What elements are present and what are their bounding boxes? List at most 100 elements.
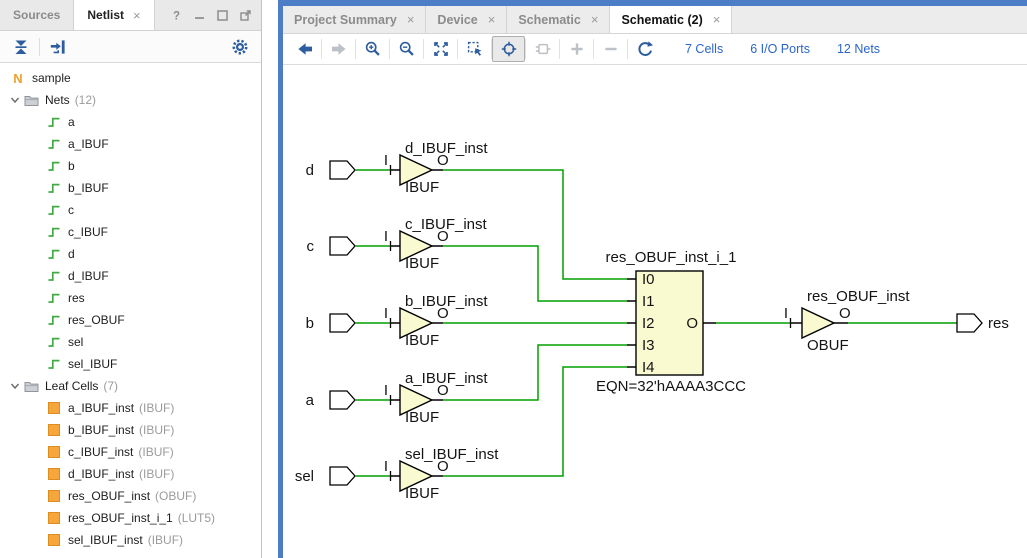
instance-name-label: c_IBUF_inst (405, 216, 488, 233)
stat-nets: 12 Nets (837, 42, 880, 56)
tree-item-label: b (68, 159, 75, 173)
tab-sources[interactable]: Sources (0, 0, 73, 30)
remove-from-schematic-button[interactable] (594, 36, 627, 62)
tree-item-a[interactable]: a (0, 111, 261, 133)
chevron-down-icon[interactable] (6, 379, 23, 393)
tree-item-c-ibuf-inst[interactable]: c_IBUF_inst(IBUF) (0, 441, 261, 463)
tab-project-summary[interactable]: Project Summary× (283, 6, 426, 33)
tree-item-res[interactable]: res (0, 287, 261, 309)
net-icon (46, 291, 62, 305)
schematic-canvas[interactable]: dIOd_IBUF_instIBUFcIOc_IBUF_instIBUFbIOb… (283, 65, 1027, 558)
pin-label-i: I (384, 458, 388, 475)
tab-netlist[interactable]: Netlist × (73, 0, 154, 30)
zoom-selection-button[interactable] (458, 36, 491, 62)
panel-window-controls: ? (169, 0, 261, 30)
tree-item-res-obuf[interactable]: res_OBUF (0, 309, 261, 331)
tab-schematic[interactable]: Schematic× (507, 6, 610, 33)
input-port-shape[interactable] (330, 391, 355, 409)
tree-item-label: c (68, 203, 74, 217)
tree-item-d-ibuf[interactable]: d_IBUF (0, 265, 261, 287)
tree-item-type: (12) (75, 93, 96, 107)
netlist-icon: N (10, 71, 26, 86)
tree-item-sel-ibuf[interactable]: sel_IBUF (0, 353, 261, 375)
schematic-toolbar-buttons (288, 36, 661, 62)
close-icon[interactable]: × (488, 13, 496, 26)
output-port-label: res (988, 315, 1009, 332)
net-icon (46, 335, 62, 349)
cell-icon (46, 424, 62, 436)
instance-name-label: d_IBUF_inst (405, 140, 488, 157)
net-icon (46, 181, 62, 195)
zoom-fit-button[interactable] (424, 36, 457, 62)
autofit-selection-button[interactable] (492, 36, 525, 62)
tab-schematic-2[interactable]: Schematic (2)× (610, 6, 732, 33)
expand-cone-button[interactable] (526, 36, 559, 62)
tree-item-sel-ibuf-inst[interactable]: sel_IBUF_inst(IBUF) (0, 529, 261, 551)
tree-item-label: sample (32, 71, 71, 85)
tree-item-label: d_IBUF_inst (68, 467, 134, 481)
netlist-titlebar: Sources Netlist × ? (0, 0, 261, 31)
tree-root-sample[interactable]: Nsample (0, 67, 261, 89)
tree-item-type: (IBUF) (148, 533, 183, 547)
input-port-shape[interactable] (330, 161, 355, 179)
stat-i-o-ports: 6 I/O Ports (750, 42, 810, 56)
pin-label-i: I (784, 305, 788, 322)
collapse-all-icon[interactable] (9, 35, 33, 59)
input-port-label: d (306, 162, 314, 179)
help-icon[interactable]: ? (169, 8, 183, 22)
scroll-to-selected-icon[interactable] (46, 35, 70, 59)
tree-item-b-ibuf-inst[interactable]: b_IBUF_inst(IBUF) (0, 419, 261, 441)
tree-group-nets[interactable]: Nets(12) (0, 89, 261, 111)
forward-button[interactable] (322, 36, 355, 62)
tree-item-d-ibuf-inst[interactable]: d_IBUF_inst (IBUF) (0, 463, 261, 485)
tree-item-c-ibuf[interactable]: c_IBUF (0, 221, 261, 243)
tab-label: Netlist (87, 8, 124, 22)
instance-name-label: b_IBUF_inst (405, 293, 488, 310)
chevron-down-icon[interactable] (6, 93, 23, 107)
tree-item-label: c_IBUF_inst (68, 445, 133, 459)
tree-item-label: sel (68, 335, 83, 349)
zoom-in-button[interactable] (356, 36, 389, 62)
cell-type-label: IBUF (405, 409, 439, 426)
minimize-icon[interactable] (192, 8, 206, 22)
input-port-shape[interactable] (330, 237, 355, 255)
input-port-shape[interactable] (330, 467, 355, 485)
tree-item-label: res_OBUF_inst_i_1 (68, 511, 173, 525)
refresh-button[interactable] (628, 36, 661, 62)
tree-item-b-ibuf[interactable]: b_IBUF (0, 177, 261, 199)
tree-group-leaf-cells[interactable]: Leaf Cells(7) (0, 375, 261, 397)
tree-item-res-obuf-inst-i-1[interactable]: res_OBUF_inst_i_1(LUT5) (0, 507, 261, 529)
add-to-schematic-button[interactable] (560, 36, 593, 62)
output-port-shape[interactable] (957, 314, 982, 332)
pin-label-o: O (839, 305, 851, 322)
tree-item-label: sel_IBUF (68, 357, 117, 371)
maximize-icon[interactable] (215, 8, 229, 22)
zoom-out-button[interactable] (390, 36, 423, 62)
tree-item-b[interactable]: b (0, 155, 261, 177)
close-icon[interactable]: × (133, 9, 141, 22)
close-icon[interactable]: × (407, 13, 415, 26)
tree-item-sel[interactable]: sel (0, 331, 261, 353)
settings-icon[interactable] (228, 35, 252, 59)
back-button[interactable] (288, 36, 321, 62)
buffer-shape[interactable] (802, 308, 834, 338)
tree-item-label: Leaf Cells (45, 379, 98, 393)
tree-item-a-ibuf-inst[interactable]: a_IBUF_inst(IBUF) (0, 397, 261, 419)
tree-item-type: (IBUF) (139, 467, 174, 481)
tree-item-d[interactable]: d (0, 243, 261, 265)
lut5-cell: res_OBUF_inst_i_1I0I1I2I3I4OEQN=32'hAAAA… (596, 249, 790, 395)
pin-label-i3: I3 (642, 337, 655, 354)
tree-item-a-ibuf[interactable]: a_IBUF (0, 133, 261, 155)
tree-item-label: res_OBUF_inst (68, 489, 150, 503)
input-port-shape[interactable] (330, 314, 355, 332)
cell-icon (46, 468, 62, 480)
net-icon (46, 115, 62, 129)
float-icon[interactable] (238, 8, 252, 22)
tree-item-res-obuf-inst[interactable]: res_OBUF_inst(OBUF) (0, 485, 261, 507)
workspace-panel: Project Summary×Device×Schematic×Schemat… (278, 0, 1027, 558)
close-icon[interactable]: × (591, 13, 599, 26)
tree-item-c[interactable]: c (0, 199, 261, 221)
close-icon[interactable]: × (713, 13, 721, 26)
tab-device[interactable]: Device× (426, 6, 507, 33)
schematic-stats: 7 Cells6 I/O Ports12 Nets (685, 42, 880, 56)
